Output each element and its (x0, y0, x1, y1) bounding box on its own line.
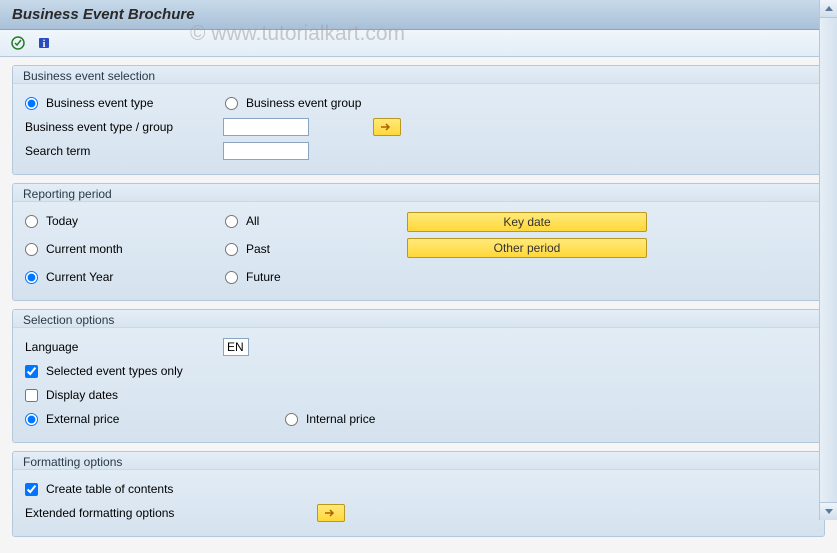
label-extended-formatting: Extended formatting options (25, 506, 174, 520)
input-language[interactable] (223, 338, 249, 356)
group-formatting-options: Formatting options Create table of conte… (12, 451, 825, 537)
label-type-group: Business event type / group (25, 120, 173, 134)
multiple-selection-button[interactable] (373, 118, 401, 136)
scrollbar[interactable] (819, 0, 837, 520)
group-title: Selection options (13, 310, 824, 328)
input-type-group[interactable] (223, 118, 309, 136)
label-external-price[interactable]: External price (46, 412, 119, 426)
label-past[interactable]: Past (246, 242, 270, 256)
radio-internal-price[interactable] (285, 413, 298, 426)
group-title: Reporting period (13, 184, 824, 202)
label-business-event-type[interactable]: Business event type (46, 96, 153, 110)
label-search-term: Search term (25, 144, 90, 158)
radio-future[interactable] (225, 271, 238, 284)
group-selection-options: Selection options Language Selected even… (12, 309, 825, 443)
label-display-dates[interactable]: Display dates (46, 388, 118, 402)
title-bar: Business Event Brochure (0, 0, 837, 30)
page-title: Business Event Brochure (12, 6, 195, 23)
label-language: Language (25, 340, 78, 354)
radio-past[interactable] (225, 243, 238, 256)
label-current-year[interactable]: Current Year (46, 270, 113, 284)
checkbox-display-dates[interactable] (25, 389, 38, 402)
toolbar: i (0, 30, 837, 57)
radio-business-event-group[interactable] (225, 97, 238, 110)
radio-current-month[interactable] (25, 243, 38, 256)
scroll-down-icon[interactable] (820, 502, 837, 520)
execute-icon[interactable] (8, 34, 28, 52)
checkbox-selected-only[interactable] (25, 365, 38, 378)
label-selected-only[interactable]: Selected event types only (46, 364, 183, 378)
group-title: Business event selection (13, 66, 824, 84)
label-future[interactable]: Future (246, 270, 281, 284)
group-title: Formatting options (13, 452, 824, 470)
label-toc[interactable]: Create table of contents (46, 482, 173, 496)
radio-all[interactable] (225, 215, 238, 228)
radio-external-price[interactable] (25, 413, 38, 426)
other-period-button[interactable]: Other period (407, 238, 647, 258)
label-business-event-group[interactable]: Business event group (246, 96, 361, 110)
group-reporting-period: Reporting period Today All (12, 183, 825, 301)
key-date-button[interactable]: Key date (407, 212, 647, 232)
input-search-term[interactable] (223, 142, 309, 160)
extended-formatting-button[interactable] (317, 504, 345, 522)
radio-today[interactable] (25, 215, 38, 228)
radio-current-year[interactable] (25, 271, 38, 284)
checkbox-toc[interactable] (25, 483, 38, 496)
label-all[interactable]: All (246, 214, 259, 228)
label-current-month[interactable]: Current month (46, 242, 123, 256)
label-today[interactable]: Today (46, 214, 78, 228)
scroll-up-icon[interactable] (820, 0, 837, 18)
label-internal-price[interactable]: Internal price (306, 412, 375, 426)
radio-business-event-type[interactable] (25, 97, 38, 110)
info-icon[interactable]: i (34, 34, 54, 52)
group-business-event-selection: Business event selection Business event … (12, 65, 825, 175)
svg-text:i: i (43, 39, 46, 50)
